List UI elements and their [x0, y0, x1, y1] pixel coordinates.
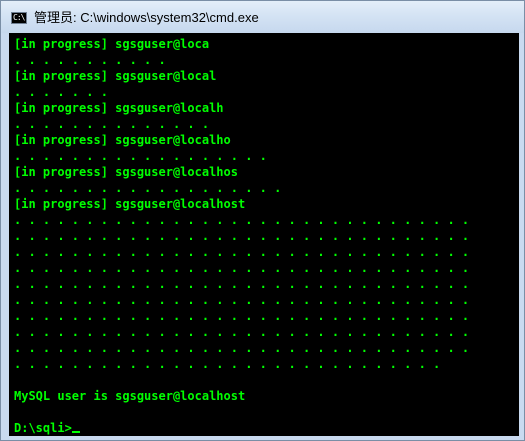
console-line: MySQL user is sgsguser@localhost	[14, 389, 246, 403]
console-line: [in progress] sgsguser@localh	[14, 101, 224, 115]
console-line: . . . . . . . . . . . . . . . . . . . . …	[14, 325, 470, 339]
console-line: . . . . . . . . . . . . . .	[14, 117, 210, 131]
console-line: . . . . . . . . . . . . . . . . . . . . …	[14, 341, 470, 355]
prompt-line[interactable]: D:\sqli>	[14, 421, 80, 435]
console-icon-glyph: C:\	[13, 13, 25, 22]
console-output[interactable]: [in progress] sgsguser@loca . . . . . . …	[9, 33, 519, 436]
text-cursor	[71, 431, 80, 433]
window-title: 管理员: C:\windows\system32\cmd.exe	[34, 10, 259, 25]
console-line: [in progress] sgsguser@localhos	[14, 165, 238, 179]
console-line: [in progress] sgsguser@localhost	[14, 197, 246, 211]
console-line: . . . . . . .	[14, 85, 108, 99]
console-line: . . . . . . . . . . . . . . . . . . . . …	[14, 213, 470, 227]
console-line: . . . . . . . . . . . . . . . . . . . . …	[14, 277, 470, 291]
console-line: . . . . . . . . . . .	[14, 53, 166, 67]
console-line: . . . . . . . . . . . . . . . . . .	[14, 149, 267, 163]
console-line: . . . . . . . . . . . . . . . . . . . . …	[14, 309, 470, 323]
console-line: . . . . . . . . . . . . . . . . . . .	[14, 181, 282, 195]
title-bar[interactable]: C:\ 管理员: C:\windows\system32\cmd.exe	[1, 1, 524, 33]
console-icon[interactable]: C:\	[11, 12, 27, 24]
console-line: [in progress] sgsguser@localho	[14, 133, 231, 147]
console-line: . . . . . . . . . . . . . . . . . . . . …	[14, 245, 470, 259]
console-line: [in progress] sgsguser@loca	[14, 37, 210, 51]
console-line: . . . . . . . . . . . . . . . . . . . . …	[14, 293, 470, 307]
command-prompt: D:\sqli>	[14, 421, 72, 435]
console-line: . . . . . . . . . . . . . . . . . . . . …	[14, 229, 470, 243]
console-line: . . . . . . . . . . . . . . . . . . . . …	[14, 357, 441, 371]
console-line: . . . . . . . . . . . . . . . . . . . . …	[14, 261, 470, 275]
cmd-window: C:\ 管理员: C:\windows\system32\cmd.exe [in…	[0, 0, 525, 441]
console-line: [in progress] sgsguser@local	[14, 69, 217, 83]
